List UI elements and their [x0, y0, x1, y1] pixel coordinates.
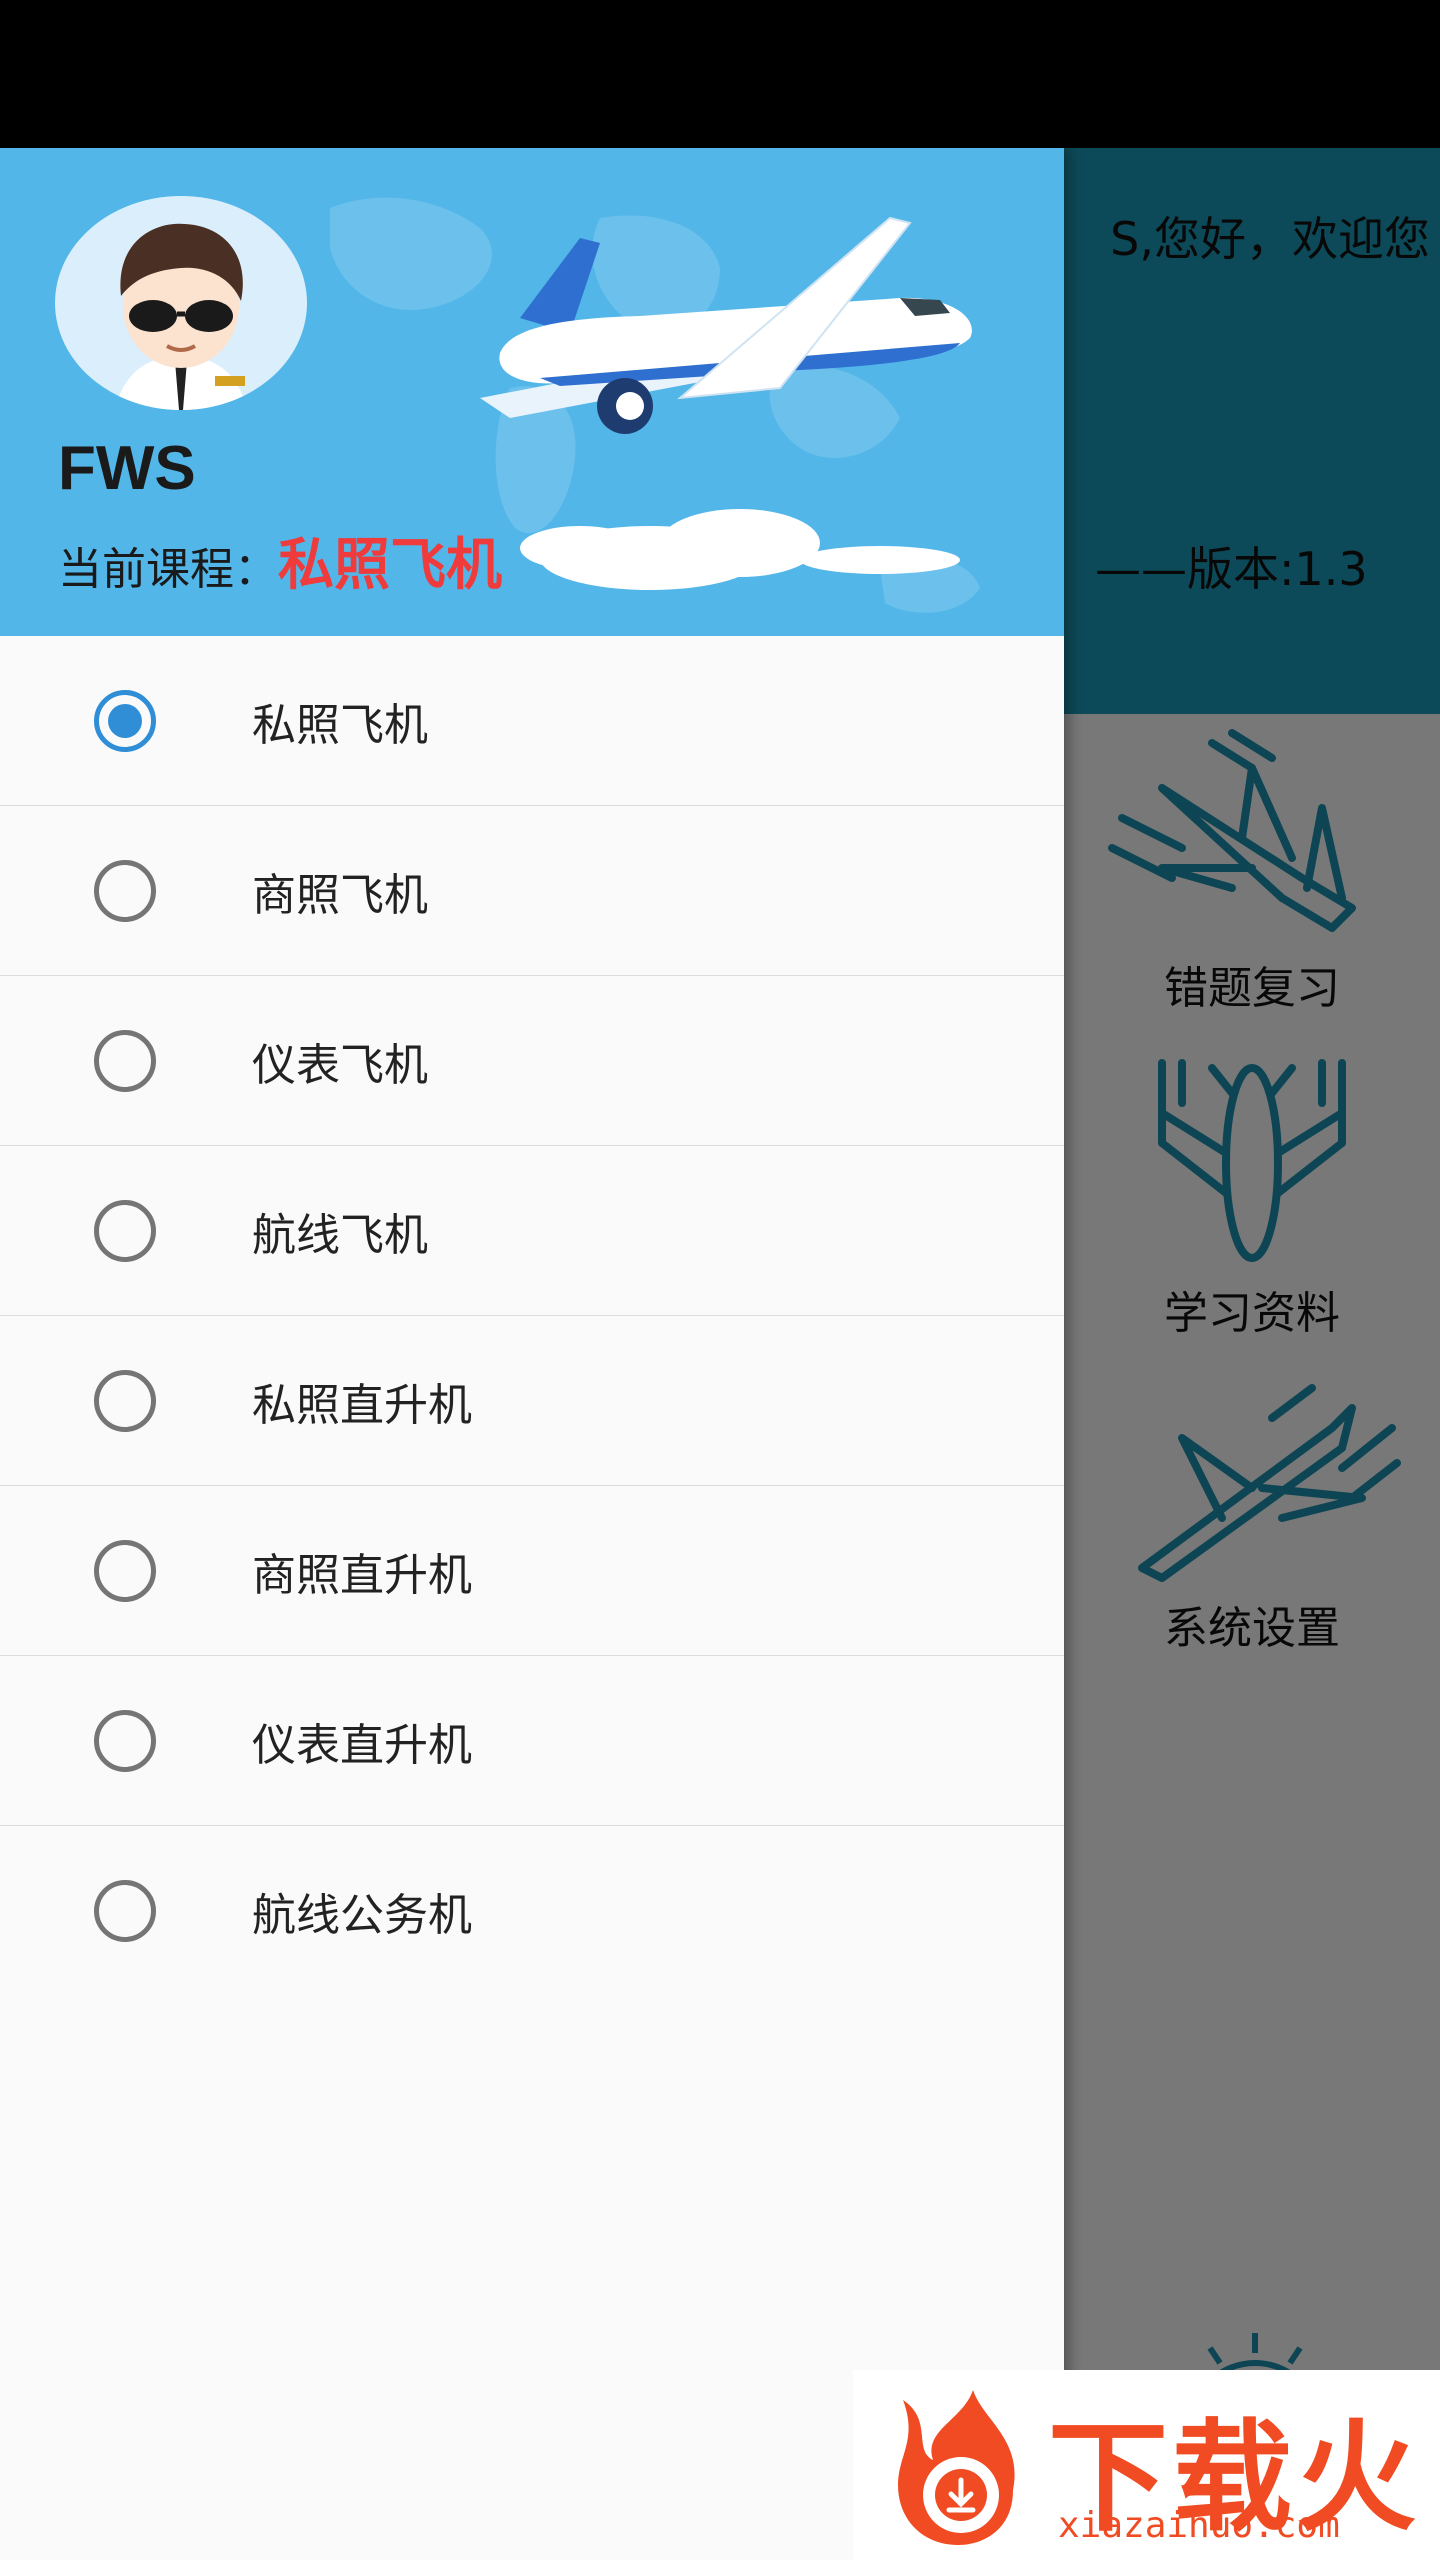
avatar[interactable]: [55, 196, 307, 410]
course-item-label: 商照直升机: [252, 1549, 472, 1601]
pilot-avatar-icon: [115, 223, 247, 410]
course-item-label: 仪表飞机: [252, 1039, 428, 1091]
watermark: 下载火 xiazaihuo.com: [853, 2370, 1440, 2560]
radio-unselected[interactable]: [94, 1199, 156, 1262]
radio-unselected[interactable]: [94, 1369, 156, 1432]
course-item-label: 商照飞机: [252, 869, 428, 921]
course-item[interactable]: 私照直升机: [0, 1316, 1064, 1486]
user-name: FWS: [58, 434, 196, 503]
course-item[interactable]: 航线飞机: [0, 1146, 1064, 1316]
course-item-label: 私照飞机: [252, 699, 428, 751]
course-item[interactable]: 商照飞机: [0, 806, 1064, 976]
flame-logo-icon: [898, 2390, 1015, 2545]
radio-unselected[interactable]: [94, 1709, 156, 1772]
course-item-label: 私照直升机: [252, 1379, 472, 1431]
current-course-row: 当前课程：私照飞机: [58, 520, 502, 601]
course-item[interactable]: 私照飞机: [0, 636, 1064, 806]
course-item-label: 航线公务机: [252, 1889, 472, 1941]
course-item[interactable]: 仪表飞机: [0, 976, 1064, 1146]
current-course-value: 私照飞机: [278, 533, 502, 598]
course-item[interactable]: 仪表直升机: [0, 1656, 1064, 1826]
course-list: 私照飞机 商照飞机 仪表飞机 航线飞机 私照直升机 商照直升机 仪表直升机 航线…: [0, 636, 1064, 1995]
radio-unselected[interactable]: [94, 1539, 156, 1602]
watermark-url: xiazaihuo.com: [1058, 2505, 1340, 2546]
course-item[interactable]: 航线公务机: [0, 1826, 1064, 1995]
radio-unselected[interactable]: [94, 1879, 156, 1942]
radio-unselected[interactable]: [94, 859, 156, 922]
status-bar: [0, 0, 1440, 148]
drawer-header: FWS 当前课程：私照飞机: [0, 148, 1064, 636]
radio-selected[interactable]: [94, 689, 156, 752]
course-item-label: 航线飞机: [252, 1209, 428, 1261]
current-course-label: 当前课程：: [58, 544, 278, 595]
navigation-drawer: FWS 当前课程：私照飞机 私照飞机 商照飞机 仪表飞机 航线飞机 私照直升机 …: [0, 148, 1064, 2560]
course-item[interactable]: 商照直升机: [0, 1486, 1064, 1656]
course-item-label: 仪表直升机: [252, 1719, 472, 1771]
radio-unselected[interactable]: [94, 1029, 156, 1092]
